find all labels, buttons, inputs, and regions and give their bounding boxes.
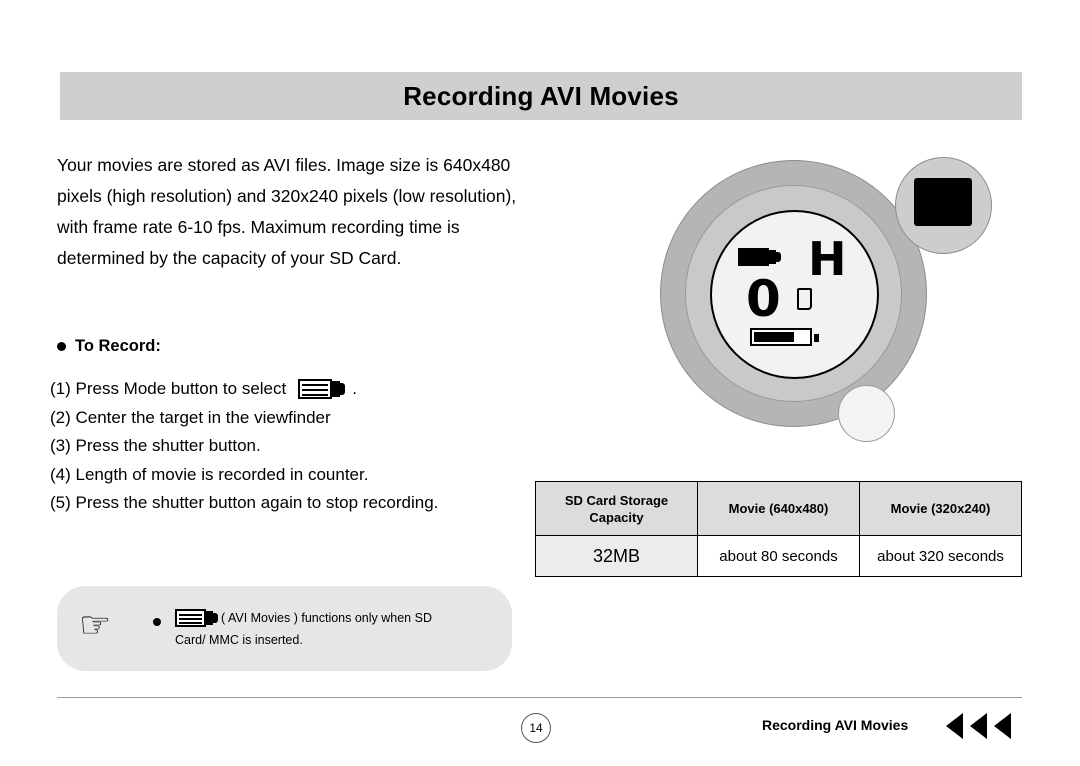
table-header-row: SD Card Storage Capacity Movie (640x480)… bbox=[535, 481, 1022, 536]
table-cell-movie-low: about 320 seconds bbox=[859, 535, 1022, 577]
list-item: (4) Length of movie is recorded in count… bbox=[50, 461, 570, 490]
pointing-hand-icon: ☞ bbox=[79, 605, 112, 646]
table-cell-movie-high: about 80 seconds bbox=[697, 535, 860, 577]
camera-mode-button-face bbox=[914, 178, 972, 226]
camera-mode-button bbox=[895, 157, 992, 254]
list-item: (2) Center the target in the viewfinder bbox=[50, 404, 570, 433]
camera-shutter-button bbox=[838, 385, 895, 442]
prev-arrow-icon[interactable] bbox=[970, 713, 987, 739]
step-text-suffix: . bbox=[352, 379, 357, 398]
list-item: (1) Press Mode button to select . bbox=[50, 375, 570, 404]
step-text: (5) Press the shutter button again to st… bbox=[50, 493, 439, 512]
intro-paragraph: Your movies are stored as AVI files. Ima… bbox=[57, 155, 517, 268]
footer-divider bbox=[57, 697, 1022, 698]
footer-title: Recording AVI Movies bbox=[762, 717, 909, 733]
movie-camera-icon bbox=[175, 609, 219, 627]
list-item: (3) Press the shutter button. bbox=[50, 432, 570, 461]
frame-counter: 0 bbox=[746, 270, 781, 328]
storage-capacity-table: SD Card Storage Capacity Movie (640x480)… bbox=[535, 481, 1022, 577]
note-line-2: Card/ MMC is inserted. bbox=[175, 633, 303, 647]
manual-page: Recording AVI Movies Your movies are sto… bbox=[0, 0, 1080, 766]
movie-camera-icon bbox=[738, 248, 782, 266]
note-box: ☞ ( AVI Movies ) functions only when SD … bbox=[57, 586, 512, 671]
camera-lcd-panel: H 0 bbox=[710, 210, 879, 379]
section-heading-label: To Record: bbox=[75, 337, 161, 355]
note-line-1: ( AVI Movies ) functions only when SD bbox=[221, 611, 432, 625]
page-title: Recording AVI Movies bbox=[403, 80, 679, 111]
note-text: ( AVI Movies ) functions only when SD Ca… bbox=[175, 607, 495, 651]
camera-illustration: H 0 bbox=[640, 145, 1015, 450]
prev-arrow-icon[interactable] bbox=[994, 713, 1011, 739]
section-heading: To Record: bbox=[57, 337, 161, 356]
footer-navigation-arrows[interactable] bbox=[946, 713, 1011, 739]
step-text: (1) Press Mode button to select bbox=[50, 379, 287, 398]
prev-arrow-icon[interactable] bbox=[946, 713, 963, 739]
table-header-movie-high: Movie (640x480) bbox=[697, 481, 860, 536]
table-header-capacity: SD Card Storage Capacity bbox=[535, 481, 698, 536]
table-row: 32MB about 80 seconds about 320 seconds bbox=[535, 535, 1022, 577]
movie-camera-icon bbox=[298, 379, 346, 400]
page-number: 14 bbox=[521, 713, 551, 743]
steps-list: (1) Press Mode button to select . (2) Ce… bbox=[50, 375, 570, 518]
sd-card-icon bbox=[797, 288, 812, 310]
page-title-bar: Recording AVI Movies bbox=[60, 72, 1022, 120]
bullet-icon bbox=[153, 618, 161, 626]
list-item: (5) Press the shutter button again to st… bbox=[50, 489, 570, 518]
step-text: (4) Length of movie is recorded in count… bbox=[50, 464, 369, 484]
step-text: (3) Press the shutter button. bbox=[50, 436, 261, 455]
table-cell-capacity: 32MB bbox=[535, 535, 698, 577]
battery-icon bbox=[750, 328, 819, 346]
step-text: (2) Center the target in the viewfinder bbox=[50, 407, 331, 427]
bullet-icon bbox=[57, 342, 66, 351]
resolution-indicator: H bbox=[808, 232, 847, 286]
table-header-movie-low: Movie (320x240) bbox=[859, 481, 1022, 536]
